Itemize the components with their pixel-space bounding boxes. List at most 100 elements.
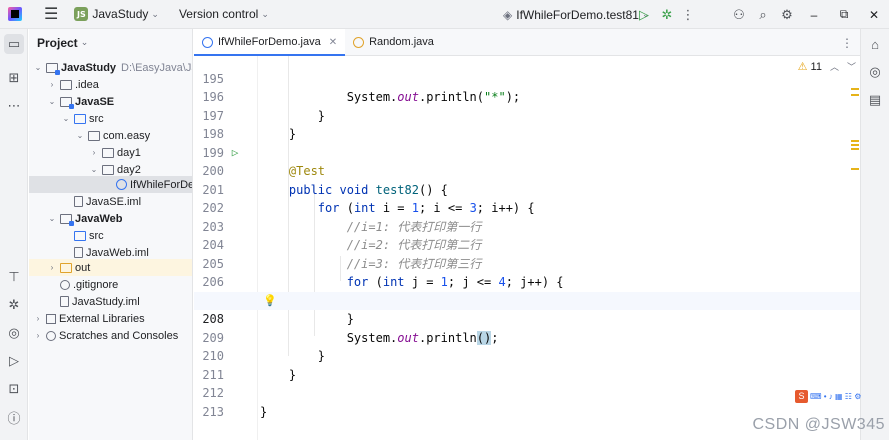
project-switcher[interactable]: JS JavaStudy ⌄	[58, 0, 159, 29]
scroll-marker-strip[interactable]	[848, 56, 860, 440]
more-actions-icon[interactable]: ⋮	[676, 0, 700, 29]
warning-marker[interactable]	[851, 144, 859, 146]
java-class-icon	[202, 36, 213, 48]
line-number: 213	[202, 404, 224, 419]
tree-item-javaweb[interactable]: ⌄ JavaWeb	[29, 210, 192, 227]
warning-marker[interactable]	[851, 140, 859, 142]
tree-item-gitignore[interactable]: .gitignore	[29, 276, 192, 293]
close-icon[interactable]: ✕	[329, 37, 337, 48]
left-tool-strip: ▭ ⊞ ⋯ ⊤ ✲ ◎ ▷ ⊡ ⓘ	[0, 29, 28, 440]
chevron-down-icon[interactable]: ⌄	[61, 114, 71, 123]
add-user-icon[interactable]: ⚇	[727, 0, 751, 29]
code-line: 197 }	[194, 88, 860, 142]
notifications-icon[interactable]: ⌂	[865, 34, 885, 54]
main-menu-icon[interactable]: ☰	[44, 0, 58, 29]
bug-icon[interactable]: ✲	[4, 295, 24, 315]
gear-icon[interactable]: ⚙	[775, 0, 799, 29]
folder-icon	[60, 79, 72, 90]
sogou-ime-icon: S	[795, 389, 808, 403]
tree-item-src[interactable]: ⌄ src	[29, 110, 192, 127]
right-tool-strip: ⌂ ◎ ▤	[860, 29, 889, 440]
tree-item-javase-iml[interactable]: JavaSE.iml	[29, 193, 192, 210]
chevron-right-icon[interactable]: ›	[33, 314, 43, 323]
panel-title: Project	[37, 35, 78, 50]
intellij-logo-icon	[8, 7, 22, 21]
code-line: 198	[194, 107, 860, 141]
tree-item-day1[interactable]: › day1	[29, 144, 192, 161]
module-icon	[60, 213, 74, 226]
chevron-down-icon[interactable]: ⌄	[47, 214, 57, 223]
tree-label: External Libraries	[59, 312, 145, 325]
warning-marker[interactable]	[851, 148, 859, 150]
ime-tools-icon: ⌨ • ♪ ▦ ☷ ⚙	[810, 391, 862, 401]
chevron-right-icon[interactable]: ›	[89, 148, 99, 157]
tree-item-idea[interactable]: › .idea	[29, 76, 192, 93]
iml-file-icon	[74, 247, 83, 258]
code-text: }	[260, 404, 268, 419]
minimize-button[interactable]: –	[799, 0, 829, 29]
chevron-right-icon[interactable]: ›	[33, 331, 43, 340]
search-icon[interactable]: ⌕	[751, 0, 775, 29]
restore-button[interactable]: ⧉	[829, 0, 859, 29]
project-panel-header[interactable]: Project ⌄	[29, 29, 192, 56]
scratches-icon	[46, 330, 56, 341]
tree-label: day1	[117, 146, 141, 159]
tree-item-javase[interactable]: ⌄ JavaSE	[29, 93, 192, 110]
chevron-right-icon[interactable]: ›	[47, 263, 57, 272]
structure-icon[interactable]: ⊞	[4, 68, 24, 88]
ai-assistant-icon[interactable]: ◎	[865, 62, 885, 82]
lightbulb-icon[interactable]: 💡	[263, 294, 277, 307]
close-button[interactable]: ✕	[859, 0, 889, 29]
tree-label: JavaStudy.iml	[72, 295, 140, 308]
play-icon[interactable]: ▷	[4, 351, 24, 371]
tree-item-javastudy-iml[interactable]: JavaStudy.iml	[29, 293, 192, 310]
code-line: 206 System.out.print("*");	[194, 255, 860, 308]
tree-label: com.easy	[103, 129, 151, 142]
code-line: 211	[194, 347, 860, 382]
warning-marker[interactable]	[851, 94, 859, 96]
code-line: 195 System.out.println("*");	[194, 56, 860, 105]
tree-item-ifwhilefordemo[interactable]: IfWhileForDemo	[29, 176, 192, 193]
chevron-right-icon[interactable]: ›	[47, 80, 57, 89]
tree-label: JavaWeb	[75, 212, 123, 225]
tree-item-external-libraries[interactable]: › External Libraries	[29, 310, 192, 327]
run-config-selector[interactable]: ◈ IfWhileForDemo.test81 ⌄	[503, 0, 650, 29]
tree-item-web-src[interactable]: src	[29, 227, 192, 244]
tree-label: src	[89, 112, 104, 125]
code-line: 202 //i=1: 代表打印第一行	[194, 181, 860, 234]
build-hammer-icon[interactable]: ⊤	[4, 267, 24, 287]
tab-ifwhilefordemo[interactable]: IfWhileForDemo.java ✕	[194, 29, 346, 56]
folder-icon[interactable]: ▭	[4, 34, 24, 54]
warning-marker[interactable]	[851, 168, 859, 170]
run-test-icon[interactable]: ▷	[228, 145, 242, 159]
database-icon[interactable]: ▤	[865, 90, 885, 110]
terminal-icon[interactable]: ⊡	[4, 379, 24, 399]
services-icon[interactable]: ◎	[4, 323, 24, 343]
editor-tabs: IfWhileForDemo.java ✕ Random.java ⋮	[194, 29, 889, 56]
tree-item-out[interactable]: › out	[29, 259, 192, 276]
java-class-icon	[353, 36, 365, 48]
chevron-down-icon[interactable]: ⌄	[75, 131, 85, 140]
vcs-menu[interactable]: Version control ⌄	[159, 0, 269, 29]
ime-toolbar[interactable]: S ⌨ • ♪ ▦ ☷ ⚙	[795, 389, 861, 403]
chevron-down-icon[interactable]: ⌄	[89, 165, 99, 174]
java-class-icon	[116, 179, 127, 190]
more-horizontal-icon[interactable]: ⋯	[4, 96, 24, 116]
warning-marker[interactable]	[851, 88, 859, 90]
code-line: 204 //i=3: 代表打印第三行	[194, 218, 860, 271]
tree-item-com-easy[interactable]: ⌄ com.easy	[29, 127, 192, 144]
tabs-more-icon[interactable]: ⋮	[841, 29, 853, 56]
watermark: CSDN @JSW345	[752, 416, 885, 433]
tree-item-scratches[interactable]: › Scratches and Consoles	[29, 327, 192, 344]
problems-icon[interactable]: ⓘ	[4, 407, 24, 427]
code-editor[interactable]: ⚠ 11 ︿ ﹀ 195 System.out.println("*"); 19…	[194, 56, 860, 440]
tab-label: IfWhileForDemo.java	[218, 36, 321, 48]
chevron-down-icon[interactable]: ⌄	[33, 63, 43, 72]
code-line: 199 @Test	[194, 125, 860, 179]
run-button[interactable]: ▷	[632, 0, 656, 29]
tree-item-javastudy[interactable]: ⌄ JavaStudy D:\EasyJava\JavaStudy	[29, 59, 192, 76]
project-name: JavaStudy	[92, 7, 149, 21]
chevron-down-icon[interactable]: ⌄	[47, 97, 57, 106]
tab-random[interactable]: Random.java	[345, 29, 442, 55]
module-icon	[46, 62, 60, 75]
